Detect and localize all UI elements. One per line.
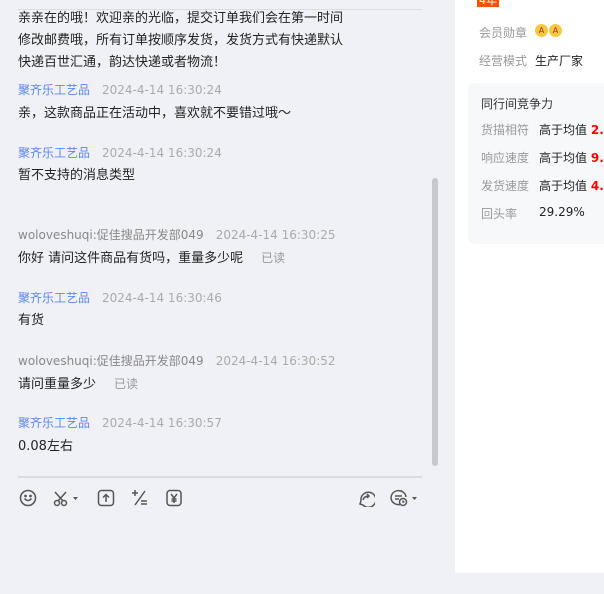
upload-icon[interactable] [97, 489, 115, 507]
timestamp: 2024-4-14 16:30:46 [102, 291, 222, 305]
metric-value: 高于均值 4.4 [539, 179, 604, 193]
calculator-icon[interactable] [131, 489, 149, 507]
message-text: 亲，这款商品正在活动中，喜欢就不要错过哦～ [18, 106, 292, 121]
metric-value: 高于均值 9.0 [539, 151, 604, 165]
message-row: 请问重量多少 已读 [18, 373, 138, 396]
coupon-icon[interactable] [165, 489, 183, 507]
timestamp: 2024-4-14 16:30:25 [215, 228, 336, 242]
metric-label: 货描相符 [481, 123, 530, 137]
years-badge: 4年 [477, 0, 499, 7]
timestamp: 2024-4-14 16:30:57 [102, 416, 222, 430]
message-text: 你好 请问这件商品有货吗，重量多少呢 [18, 251, 244, 266]
metric-label: 响应速度 [481, 151, 530, 165]
sender-name[interactable]: 聚齐乐工艺品 [18, 83, 90, 97]
read-status: 已读 [114, 377, 139, 391]
message-text: 0.08左右 [18, 439, 73, 454]
sender-name[interactable]: woloveshuqi:促佳搜品开发部049 [18, 354, 204, 368]
sender-name[interactable]: 聚齐乐工艺品 [18, 146, 90, 160]
share-icon[interactable] [357, 489, 375, 507]
message-meta: woloveshuqi:促佳搜品开发部049 2024-4-14 16:30:25 [18, 226, 336, 243]
sender-name[interactable]: 聚齐乐工艺品 [18, 291, 90, 305]
emoji-icon[interactable] [19, 489, 37, 507]
scrollbar[interactable] [432, 178, 438, 466]
message-meta: 聚齐乐工艺品 2024-4-14 16:30:24 [18, 144, 222, 161]
mode-value: 生产厂家 [535, 54, 584, 68]
message-meta: 聚齐乐工艺品 2024-4-14 16:30:24 [18, 81, 222, 98]
metric-value: 高于均值 2.5 [539, 123, 604, 137]
message-row: 你好 请问这件商品有货吗，重量多少呢 已读 [18, 247, 285, 270]
message-text: 亲亲在的哦！欢迎亲的光临，提交订单我们会在第一时间修改邮费哦，所有订单按顺序发货… [18, 11, 344, 70]
sender-name[interactable]: 聚齐乐工艺品 [18, 416, 90, 430]
timestamp: 2024-4-14 16:30:52 [215, 354, 336, 368]
message-text: 请问重量多少 [18, 377, 97, 392]
quick-reply-icon[interactable] [390, 489, 418, 507]
message-meta: woloveshuqi:促佳搜品开发部049 2024-4-14 16:30:52 [18, 352, 336, 369]
timestamp: 2024-4-14 16:30:24 [102, 83, 222, 97]
scissors-icon[interactable] [53, 489, 81, 507]
medal-icon: AA [535, 24, 562, 37]
message-meta: 聚齐乐工艺品 2024-4-14 16:30:57 [18, 414, 222, 431]
competition-card: 同行间竞争力 货描相符 高于均值 2.5 响应速度 高于均值 9.0 发货速度 … [468, 83, 604, 244]
sender-name[interactable]: woloveshuqi:促佳搜品开发部049 [18, 228, 204, 242]
shop-info-panel: 4年 会员勋章 AA 经营模式 生产厂家 同行间竞争力 货描相符 高于均值 2.… [455, 0, 604, 573]
divider [18, 476, 422, 478]
chat-panel: 亲亲在的哦！欢迎亲的光临，提交订单我们会在第一时间修改邮费哦，所有订单按顺序发货… [0, 0, 442, 594]
badge-label: 会员勋章 [479, 26, 528, 40]
read-status: 已读 [261, 251, 286, 265]
mode-label: 经营模式 [479, 54, 528, 68]
timestamp: 2024-4-14 16:30:24 [102, 146, 222, 160]
competition-title: 同行间竞争力 [481, 97, 554, 111]
metric-label: 发货速度 [481, 179, 530, 193]
metric-value: 29.29% [539, 205, 585, 219]
message-text: 暂不支持的消息类型 [18, 168, 136, 183]
message-meta: 聚齐乐工艺品 2024-4-14 16:30:46 [18, 289, 222, 306]
message-text: 有货 [18, 313, 45, 328]
metric-label: 回头率 [481, 207, 518, 221]
